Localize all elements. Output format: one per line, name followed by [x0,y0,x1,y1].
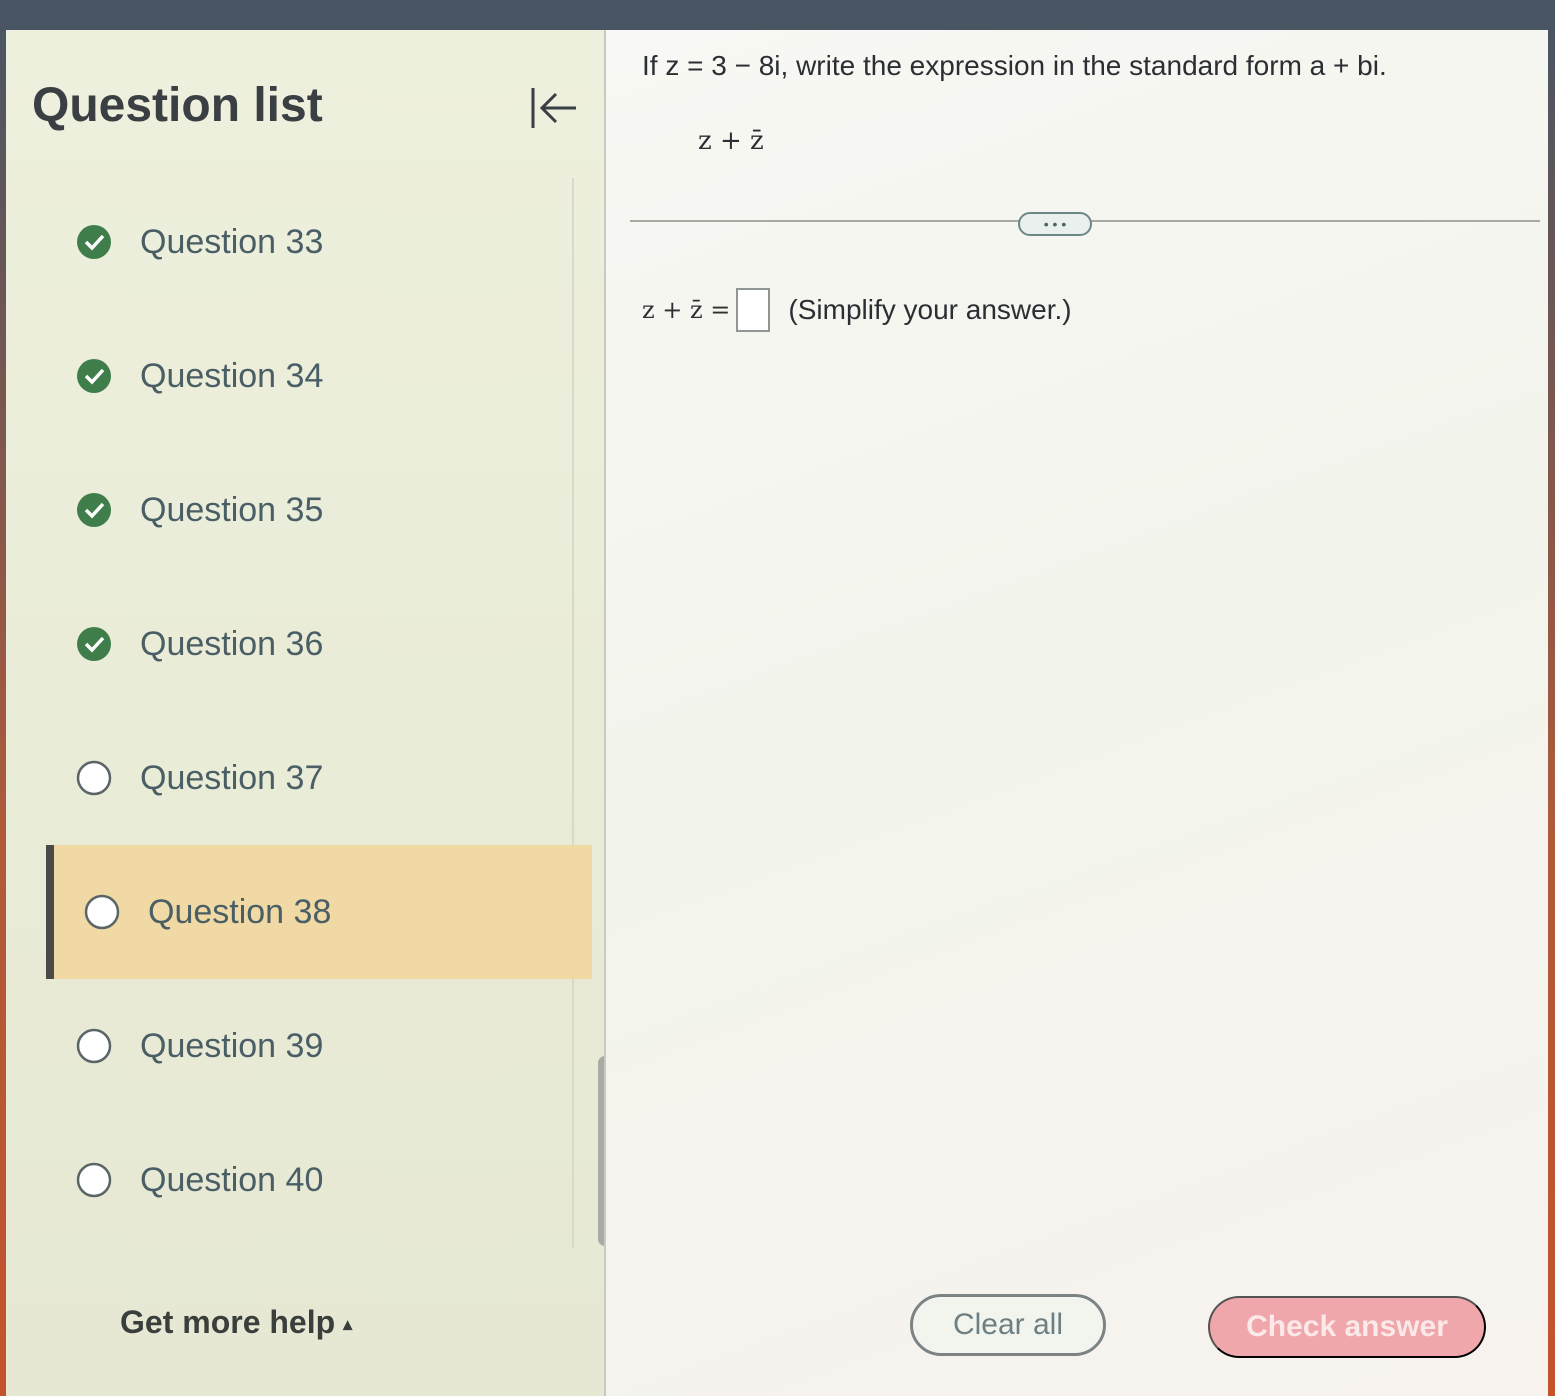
question-list-item[interactable]: Question 38 [46,845,592,979]
question-expression: z + z̄ [698,126,764,156]
question-list-item[interactable]: Question 36 [46,577,592,711]
page: Question list Question 33 Question 34 Ques… [6,30,1548,1396]
question-label: Question 38 [148,892,332,931]
check-answer-button[interactable]: Check answer [1208,1296,1486,1358]
question-label: Question 39 [140,1026,324,1065]
empty-circle-icon [84,894,120,930]
question-label: Question 36 [140,624,324,663]
clear-all-button[interactable]: Clear all [910,1294,1106,1356]
empty-circle-icon [76,1162,112,1198]
question-list-sidebar: Question list Question 33 Question 34 Ques… [6,30,612,1396]
check-circle-icon [76,492,112,528]
question-list-item[interactable]: Question 40 [46,1113,592,1247]
collapse-sidebar-button[interactable] [526,82,582,134]
question-label: Question 40 [140,1160,324,1199]
question-panel: If z = 3 − 8i, write the expression in t… [604,30,1548,1396]
question-label: Question 37 [140,758,324,797]
question-label: Question 35 [140,490,324,529]
answer-input[interactable] [736,288,771,332]
caret-up-icon: ▴ [343,1314,353,1335]
expand-more-button[interactable]: • • • [1018,212,1092,236]
sidebar-title: Question list [32,79,323,132]
question-list: Question 33 Question 34 Question 35 Questio… [46,175,592,1247]
check-circle-icon [76,626,112,662]
get-more-help-button[interactable]: Get more help ▴ [120,1304,352,1341]
collapse-left-icon [531,88,576,128]
check-circle-icon [76,358,112,394]
question-list-item[interactable]: Question 35 [46,443,592,577]
answer-row: z + z̄ = (Simplify your answer.) [642,288,1072,332]
question-label: Question 34 [140,356,324,395]
question-list-item[interactable]: Question 34 [46,309,592,443]
empty-circle-icon [76,760,112,796]
question-list-item[interactable]: Question 33 [46,175,592,309]
empty-circle-icon [76,1028,112,1064]
question-label: Question 33 [140,222,324,261]
question-list-item[interactable]: Question 37 [46,711,592,845]
answer-lhs: z + z̄ = [642,296,731,324]
screen-frame: Question list Question 33 Question 34 Ques… [0,0,1555,1396]
question-prompt: If z = 3 − 8i, write the expression in t… [642,50,1387,81]
question-list-item[interactable]: Question 39 [46,979,592,1113]
help-label: Get more help [120,1304,336,1340]
answer-instruction: (Simplify your answer.) [788,294,1072,325]
check-circle-icon [76,224,112,260]
